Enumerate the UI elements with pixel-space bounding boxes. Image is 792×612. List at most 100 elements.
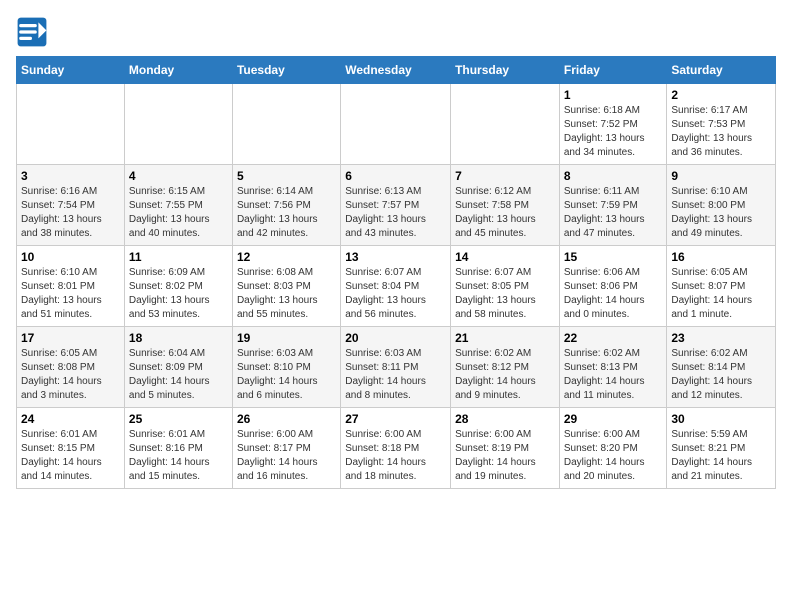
day-info: Sunrise: 6:05 AM Sunset: 8:07 PM Dayligh…	[671, 266, 771, 322]
day-number: 28	[455, 412, 555, 426]
day-number: 6	[345, 169, 446, 183]
day-cell: 8 Sunrise: 6:11 AM Sunset: 7:59 PM Daylig…	[559, 165, 667, 246]
weekday-header: SundayMondayTuesdayWednesdayThursdayFrid…	[17, 57, 776, 84]
day-info: Sunrise: 6:10 AM Sunset: 8:01 PM Dayligh…	[21, 266, 120, 322]
day-cell: 28 Sunrise: 6:00 AM Sunset: 8:19 PM Dayli…	[451, 408, 560, 489]
day-info: Sunrise: 6:13 AM Sunset: 7:57 PM Dayligh…	[345, 185, 446, 241]
day-cell: 17 Sunrise: 6:05 AM Sunset: 8:08 PM Dayli…	[17, 327, 125, 408]
day-number: 9	[671, 169, 771, 183]
day-cell: 18 Sunrise: 6:04 AM Sunset: 8:09 PM Dayli…	[124, 327, 232, 408]
weekday-friday: Friday	[559, 57, 667, 84]
day-cell: 26Sunrise: 6:00 AM Sunset: 8:17 PM Dayli…	[232, 408, 340, 489]
day-number: 19	[237, 331, 336, 345]
day-cell: 7 Sunrise: 6:12 AM Sunset: 7:58 PM Daylig…	[451, 165, 560, 246]
header	[16, 16, 776, 48]
day-cell: 14 Sunrise: 6:07 AM Sunset: 8:05 PM Dayli…	[451, 246, 560, 327]
day-info: Sunrise: 6:07 AM Sunset: 8:04 PM Dayligh…	[345, 266, 446, 322]
day-number: 7	[455, 169, 555, 183]
weekday-monday: Monday	[124, 57, 232, 84]
day-cell	[451, 84, 560, 165]
day-info: Sunrise: 6:07 AM Sunset: 8:05 PM Dayligh…	[455, 266, 555, 322]
week-row-3: 10 Sunrise: 6:10 AM Sunset: 8:01 PM Dayli…	[17, 246, 776, 327]
day-number: 4	[129, 169, 228, 183]
day-info: Sunrise: 6:09 AM Sunset: 8:02 PM Dayligh…	[129, 266, 228, 322]
weekday-sunday: Sunday	[17, 57, 125, 84]
day-cell	[17, 84, 125, 165]
day-number: 22	[564, 331, 663, 345]
day-number: 10	[21, 250, 120, 264]
day-info: Sunrise: 6:02 AM Sunset: 8:13 PM Dayligh…	[564, 347, 663, 403]
day-number: 23	[671, 331, 771, 345]
day-cell: 3 Sunrise: 6:16 AM Sunset: 7:54 PM Daylig…	[17, 165, 125, 246]
day-info: Sunrise: 6:10 AM Sunset: 8:00 PM Dayligh…	[671, 185, 771, 241]
day-cell: 22 Sunrise: 6:02 AM Sunset: 8:13 PM Dayli…	[559, 327, 667, 408]
day-number: 13	[345, 250, 446, 264]
week-row-4: 17 Sunrise: 6:05 AM Sunset: 8:08 PM Dayli…	[17, 327, 776, 408]
calendar-body: 1 Sunrise: 6:18 AM Sunset: 7:52 PM Daylig…	[17, 84, 776, 489]
day-cell: 19 Sunrise: 6:03 AM Sunset: 8:10 PM Dayli…	[232, 327, 340, 408]
day-number: 16	[671, 250, 771, 264]
day-cell: 4Sunrise: 6:15 AM Sunset: 7:55 PM Daylig…	[124, 165, 232, 246]
day-info: Sunrise: 6:04 AM Sunset: 8:09 PM Dayligh…	[129, 347, 228, 403]
day-cell: 20 Sunrise: 6:03 AM Sunset: 8:11 PM Dayli…	[341, 327, 451, 408]
day-info: Sunrise: 6:12 AM Sunset: 7:58 PM Dayligh…	[455, 185, 555, 241]
day-number: 2	[671, 88, 771, 102]
day-number: 17	[21, 331, 120, 345]
day-cell: 27 Sunrise: 6:00 AM Sunset: 8:18 PM Dayli…	[341, 408, 451, 489]
day-info: Sunrise: 6:14 AM Sunset: 7:56 PM Dayligh…	[237, 185, 336, 241]
day-cell: 2 Sunrise: 6:17 AM Sunset: 7:53 PM Daylig…	[667, 84, 776, 165]
day-cell: 25 Sunrise: 6:01 AM Sunset: 8:16 PM Dayli…	[124, 408, 232, 489]
week-row-1: 1 Sunrise: 6:18 AM Sunset: 7:52 PM Daylig…	[17, 84, 776, 165]
day-number: 14	[455, 250, 555, 264]
weekday-wednesday: Wednesday	[341, 57, 451, 84]
day-number: 27	[345, 412, 446, 426]
week-row-2: 3 Sunrise: 6:16 AM Sunset: 7:54 PM Daylig…	[17, 165, 776, 246]
day-info: Sunrise: 6:18 AM Sunset: 7:52 PM Dayligh…	[564, 104, 663, 160]
day-info: Sunrise: 6:00 AM Sunset: 8:20 PM Dayligh…	[564, 428, 663, 484]
day-number: 18	[129, 331, 228, 345]
day-info: Sunrise: 6:03 AM Sunset: 8:11 PM Dayligh…	[345, 347, 446, 403]
weekday-thursday: Thursday	[451, 57, 560, 84]
weekday-tuesday: Tuesday	[232, 57, 340, 84]
day-info: Sunrise: 6:05 AM Sunset: 8:08 PM Dayligh…	[21, 347, 120, 403]
day-info: Sunrise: 6:01 AM Sunset: 8:15 PM Dayligh…	[21, 428, 120, 484]
day-info: Sunrise: 6:16 AM Sunset: 7:54 PM Dayligh…	[21, 185, 120, 241]
day-number: 30	[671, 412, 771, 426]
day-cell: 29 Sunrise: 6:00 AM Sunset: 8:20 PM Dayli…	[559, 408, 667, 489]
calendar-table: SundayMondayTuesdayWednesdayThursdayFrid…	[16, 56, 776, 489]
day-number: 20	[345, 331, 446, 345]
day-cell: 16 Sunrise: 6:05 AM Sunset: 8:07 PM Dayli…	[667, 246, 776, 327]
day-info: Sunrise: 6:03 AM Sunset: 8:10 PM Dayligh…	[237, 347, 336, 403]
day-number: 3	[21, 169, 120, 183]
day-cell	[232, 84, 340, 165]
day-cell: 10 Sunrise: 6:10 AM Sunset: 8:01 PM Dayli…	[17, 246, 125, 327]
day-info: Sunrise: 6:00 AM Sunset: 8:18 PM Dayligh…	[345, 428, 446, 484]
day-number: 1	[564, 88, 663, 102]
day-number: 24	[21, 412, 120, 426]
day-number: 21	[455, 331, 555, 345]
day-info: Sunrise: 6:02 AM Sunset: 8:12 PM Dayligh…	[455, 347, 555, 403]
day-cell: 11 Sunrise: 6:09 AM Sunset: 8:02 PM Dayli…	[124, 246, 232, 327]
day-number: 8	[564, 169, 663, 183]
day-cell: 9 Sunrise: 6:10 AM Sunset: 8:00 PM Daylig…	[667, 165, 776, 246]
day-number: 12	[237, 250, 336, 264]
day-number: 11	[129, 250, 228, 264]
day-cell: 1 Sunrise: 6:18 AM Sunset: 7:52 PM Daylig…	[559, 84, 667, 165]
day-cell: 23 Sunrise: 6:02 AM Sunset: 8:14 PM Dayli…	[667, 327, 776, 408]
day-number: 15	[564, 250, 663, 264]
day-info: Sunrise: 6:01 AM Sunset: 8:16 PM Dayligh…	[129, 428, 228, 484]
day-cell: 5Sunrise: 6:14 AM Sunset: 7:56 PM Daylig…	[232, 165, 340, 246]
day-info: Sunrise: 5:59 AM Sunset: 8:21 PM Dayligh…	[671, 428, 771, 484]
week-row-5: 24 Sunrise: 6:01 AM Sunset: 8:15 PM Dayli…	[17, 408, 776, 489]
day-cell: 12Sunrise: 6:08 AM Sunset: 8:03 PM Dayli…	[232, 246, 340, 327]
day-info: Sunrise: 6:17 AM Sunset: 7:53 PM Dayligh…	[671, 104, 771, 160]
day-info: Sunrise: 6:11 AM Sunset: 7:59 PM Dayligh…	[564, 185, 663, 241]
day-info: Sunrise: 6:00 AM Sunset: 8:19 PM Dayligh…	[455, 428, 555, 484]
day-number: 29	[564, 412, 663, 426]
day-info: Sunrise: 6:02 AM Sunset: 8:14 PM Dayligh…	[671, 347, 771, 403]
day-cell: 13 Sunrise: 6:07 AM Sunset: 8:04 PM Dayli…	[341, 246, 451, 327]
day-cell: 24 Sunrise: 6:01 AM Sunset: 8:15 PM Dayli…	[17, 408, 125, 489]
day-info: Sunrise: 6:06 AM Sunset: 8:06 PM Dayligh…	[564, 266, 663, 322]
day-number: 25	[129, 412, 228, 426]
day-cell: 6 Sunrise: 6:13 AM Sunset: 7:57 PM Daylig…	[341, 165, 451, 246]
